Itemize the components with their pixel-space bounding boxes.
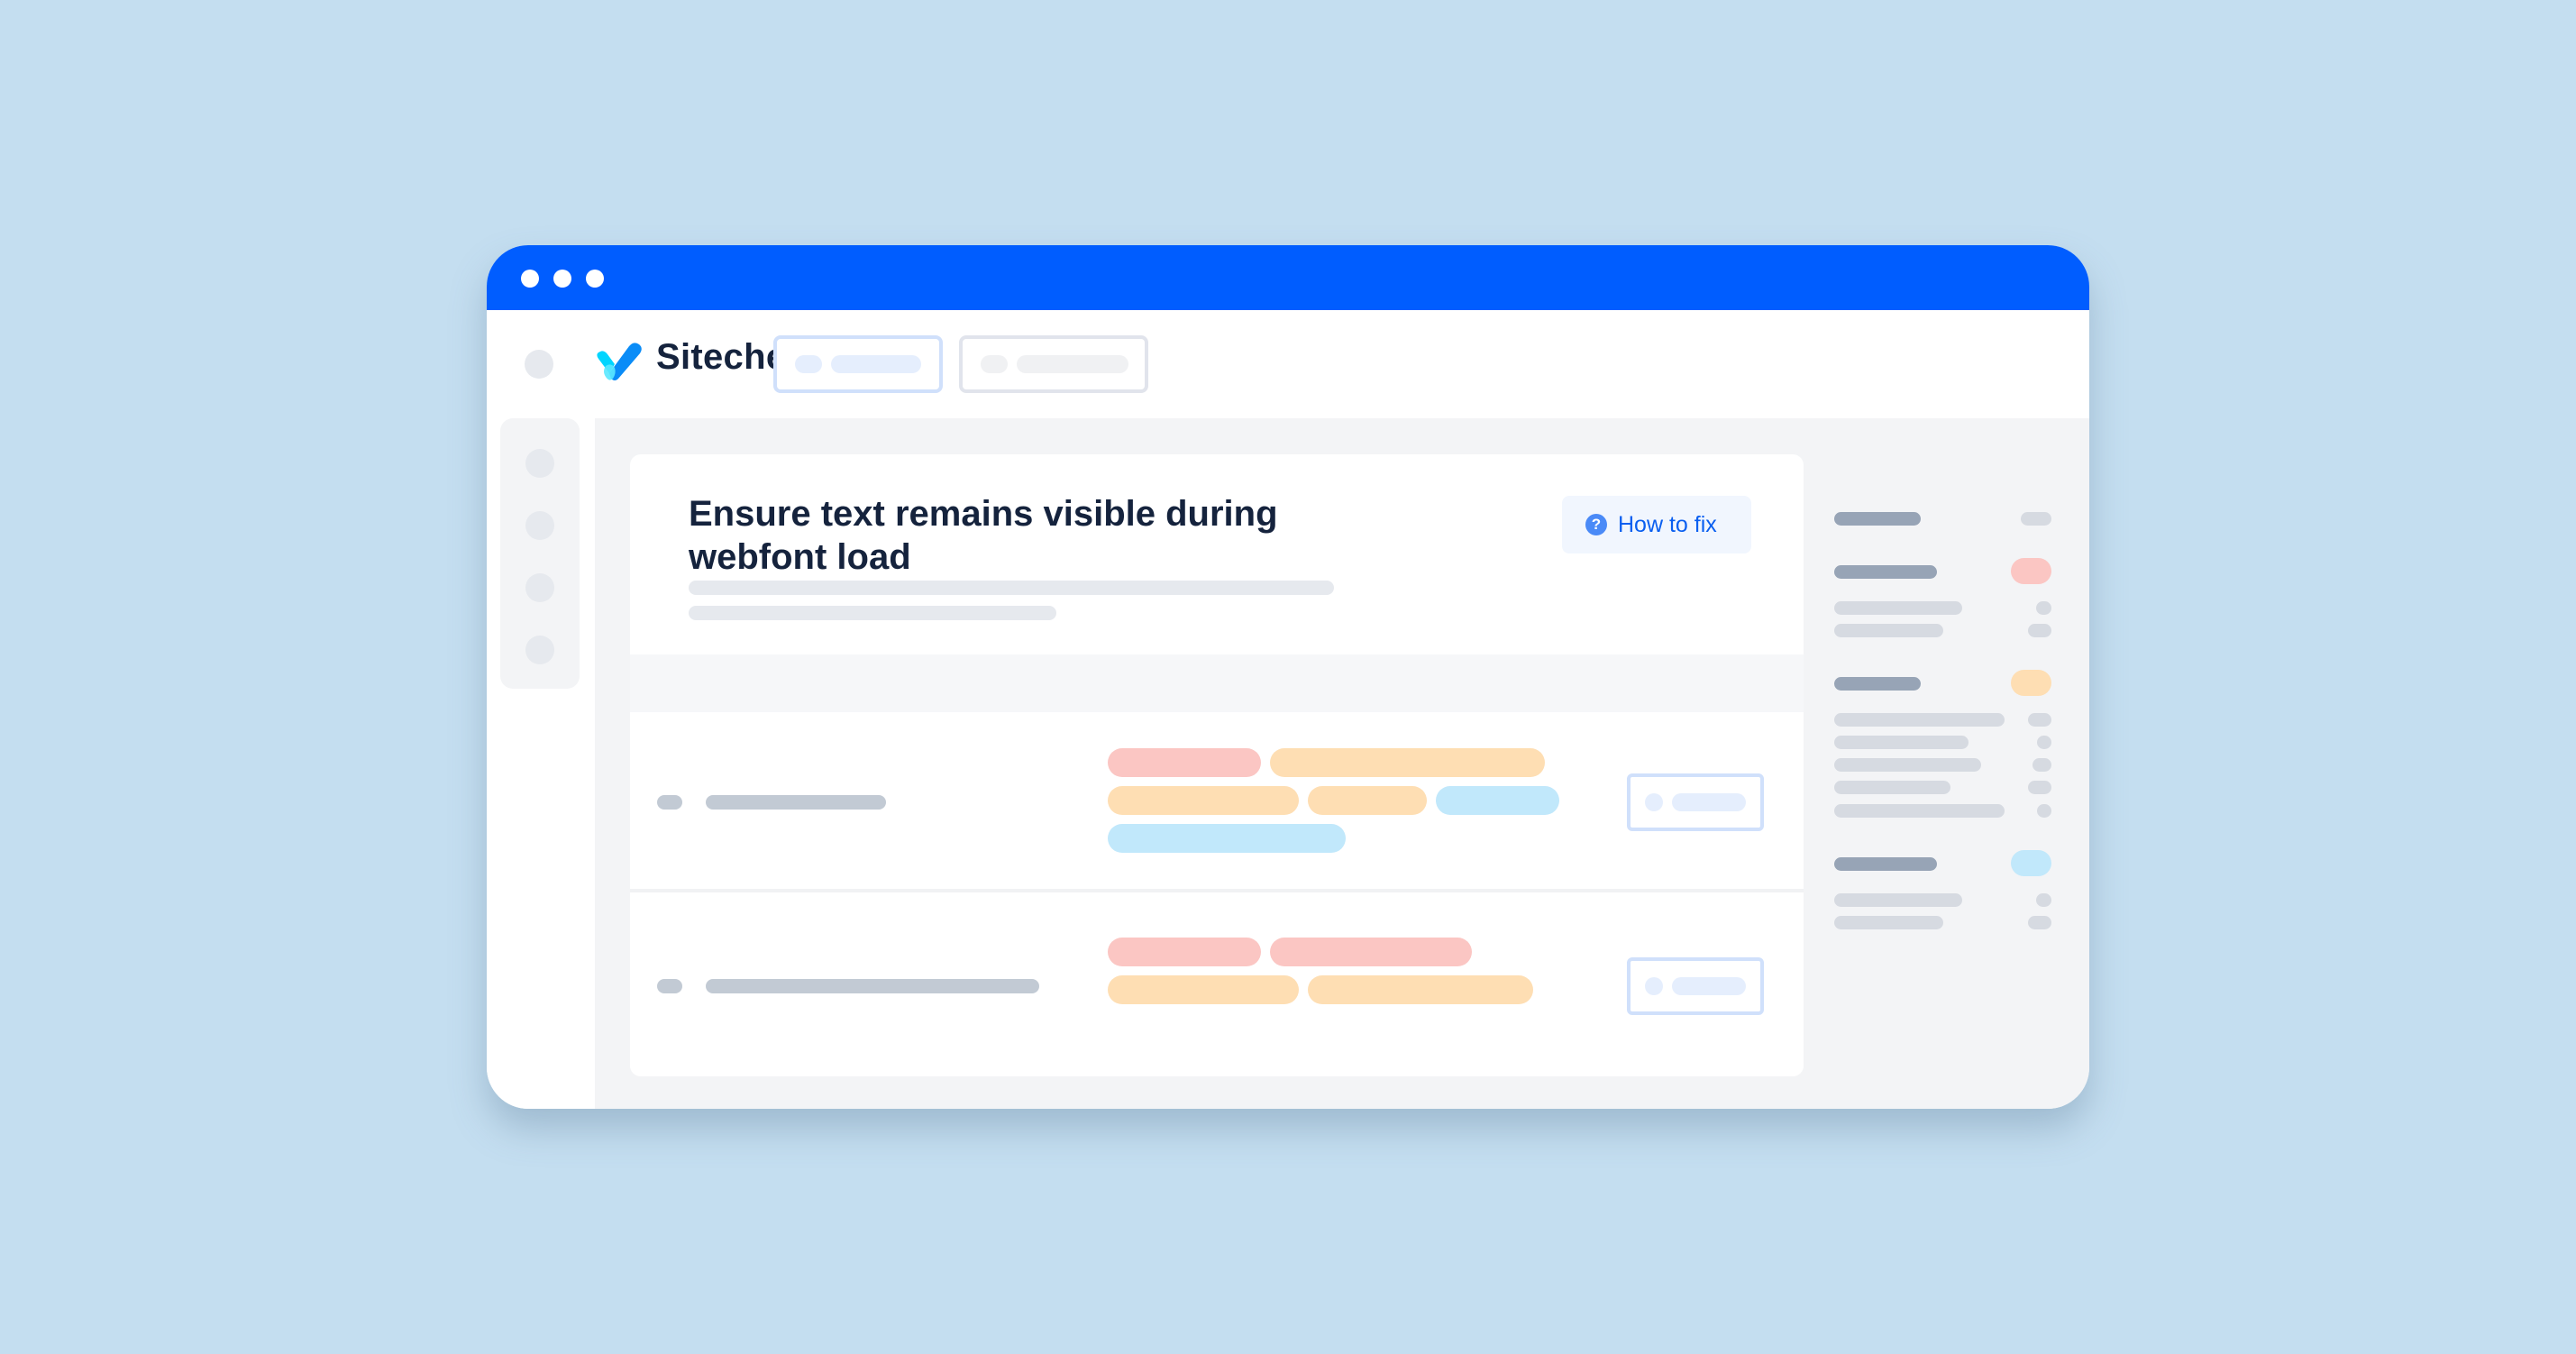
summary-line — [1834, 624, 1943, 637]
browser-window: Sitechecker Ensure text remains visible … — [487, 245, 2089, 1109]
left-column — [487, 418, 595, 1109]
tag-orange — [1308, 975, 1533, 1004]
tag-red — [1108, 748, 1261, 777]
tag-blue — [1108, 824, 1346, 853]
summary-heading — [1834, 512, 1921, 526]
status-badge-red — [2011, 558, 2051, 584]
summary-value — [2028, 624, 2051, 637]
sidebar-item-1[interactable] — [525, 449, 554, 478]
description-placeholder-line — [689, 581, 1334, 595]
tag-red — [1108, 938, 1261, 966]
summary-line — [1834, 781, 1950, 794]
header-button-secondary[interactable] — [959, 335, 1148, 393]
summary-value — [2032, 758, 2051, 772]
content-area: Ensure text remains visible during webfo… — [595, 418, 2089, 1109]
button-placeholder-label — [1017, 355, 1128, 373]
tag-orange — [1270, 748, 1545, 777]
table-row[interactable] — [630, 712, 1804, 892]
summary-value — [2028, 916, 2051, 929]
summary-line — [1834, 601, 1962, 615]
row-action-button[interactable] — [1627, 773, 1764, 831]
summary-heading — [1834, 677, 1921, 691]
summary-value — [2037, 804, 2051, 818]
sidebar-item-4[interactable] — [525, 636, 554, 664]
table-header — [630, 654, 1804, 712]
issue-title: Ensure text remains visible during webfo… — [689, 494, 1278, 577]
button-placeholder-icon — [1645, 977, 1663, 995]
row-placeholder-icon — [657, 795, 682, 810]
right-panel — [1834, 418, 2069, 1109]
window-dot-maximize[interactable] — [586, 270, 604, 288]
app-header: Sitechecker — [487, 310, 2089, 418]
summary-heading — [1834, 857, 1937, 871]
summary-value — [2021, 512, 2051, 526]
button-placeholder-icon — [795, 355, 822, 373]
window-dot-minimize[interactable] — [553, 270, 571, 288]
tag-orange — [1108, 786, 1299, 815]
sidebar-item-3[interactable] — [525, 573, 554, 602]
button-placeholder-label — [1672, 793, 1746, 811]
button-placeholder-label — [831, 355, 921, 373]
button-placeholder-label — [1672, 977, 1746, 995]
status-badge-blue — [2011, 850, 2051, 876]
summary-value — [2037, 736, 2051, 749]
header-button-primary[interactable] — [773, 335, 943, 393]
summary-line — [1834, 804, 2005, 818]
summary-value — [2028, 781, 2051, 794]
summary-line — [1834, 713, 2005, 727]
issue-card: Ensure text remains visible during webfo… — [630, 454, 1804, 1076]
summary-line — [1834, 916, 1943, 929]
summary-line — [1834, 736, 1969, 749]
summary-heading — [1834, 565, 1937, 579]
status-badge-orange — [2011, 670, 2051, 696]
row-placeholder-label — [706, 795, 886, 810]
summary-value — [2036, 893, 2051, 907]
how-to-fix-label: How to fix — [1618, 511, 1717, 537]
summary-value — [2036, 601, 2051, 615]
description-placeholder-line — [689, 606, 1056, 620]
tag-red — [1270, 938, 1472, 966]
tag-orange — [1308, 786, 1427, 815]
menu-toggle-icon[interactable] — [525, 350, 553, 379]
row-action-button[interactable] — [1627, 957, 1764, 1015]
window-dot-close[interactable] — [521, 270, 539, 288]
question-circle-icon: ? — [1585, 514, 1607, 535]
how-to-fix-button[interactable]: ? How to fix — [1562, 496, 1751, 553]
checkmark-logo-icon — [597, 343, 642, 380]
button-placeholder-icon — [981, 355, 1008, 373]
summary-line — [1834, 758, 1981, 772]
table-row[interactable] — [630, 896, 1804, 1076]
window-titlebar — [487, 245, 2089, 310]
sidebar-nav — [500, 418, 580, 689]
sidebar-item-2[interactable] — [525, 511, 554, 540]
tag-blue — [1436, 786, 1559, 815]
button-placeholder-icon — [1645, 793, 1663, 811]
summary-value — [2028, 713, 2051, 727]
row-placeholder-icon — [657, 979, 682, 993]
tag-orange — [1108, 975, 1299, 1004]
summary-line — [1834, 893, 1962, 907]
row-placeholder-label — [706, 979, 1039, 993]
